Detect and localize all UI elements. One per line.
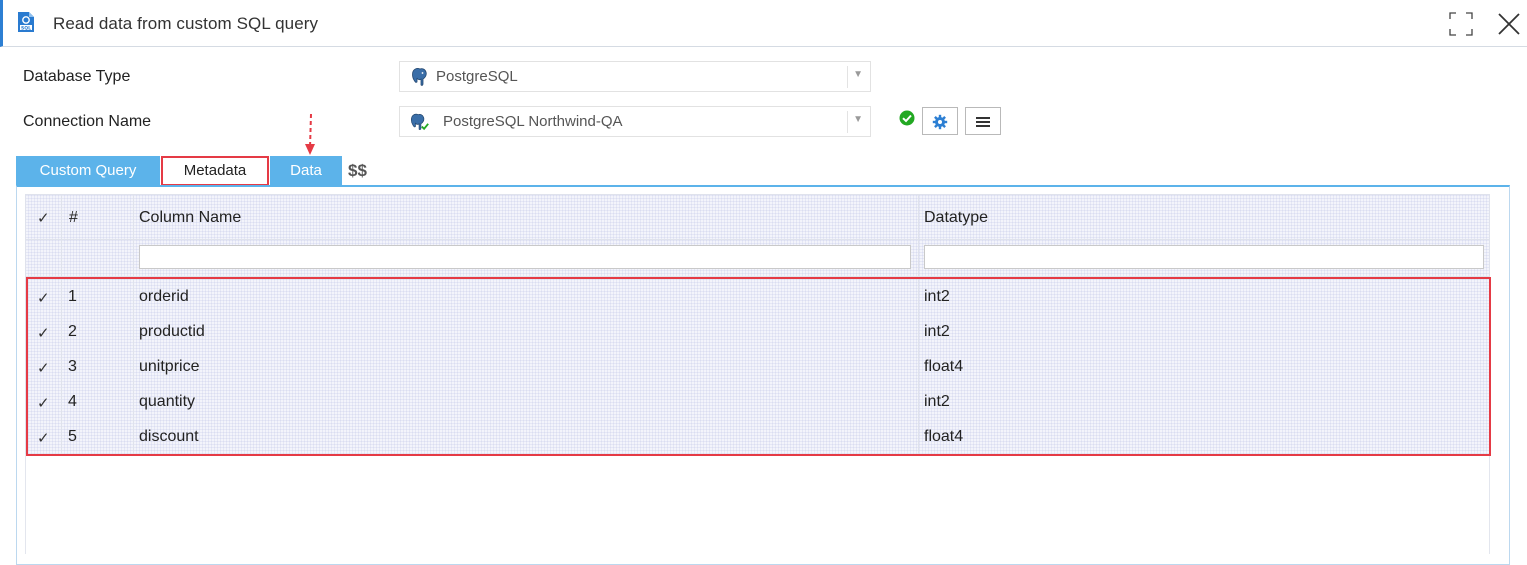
table-row[interactable]	[27, 420, 1489, 454]
row-checkbox[interactable]: ✓	[37, 359, 50, 377]
parameter-dollar-label[interactable]: $$	[348, 161, 367, 181]
tab-custom-query[interactable]: Custom Query	[16, 156, 160, 186]
grid-col-line	[1489, 194, 1490, 454]
select-all-checkbox[interactable]: ✓	[37, 209, 50, 227]
connection-name-label: Connection Name	[23, 113, 152, 130]
chevron-down-icon[interactable]: ▼	[853, 114, 863, 125]
column-name-filter-input[interactable]	[139, 245, 911, 269]
postgresql-connection-icon	[411, 113, 429, 131]
row-datatype: int2	[924, 323, 950, 340]
table-row[interactable]	[27, 385, 1489, 419]
dialog-header: SQL Read data from custom SQL query	[0, 0, 1527, 47]
row-checkbox[interactable]: ✓	[37, 394, 50, 412]
row-index: 2	[68, 323, 77, 340]
row-checkbox[interactable]: ✓	[37, 324, 50, 342]
select-divider	[847, 66, 848, 88]
tab-metadata[interactable]: Metadata	[161, 156, 269, 186]
database-type-value: PostgreSQL	[436, 68, 518, 85]
grid-row-line	[25, 194, 1490, 195]
row-datatype: float4	[924, 358, 964, 375]
row-column-name: productid	[139, 323, 205, 340]
row-index: 1	[68, 288, 77, 305]
row-datatype: int2	[924, 393, 950, 410]
row-column-name: quantity	[139, 393, 196, 410]
row-index: 5	[68, 428, 77, 445]
tab-data[interactable]: Data	[270, 156, 342, 186]
database-type-select[interactable]: PostgreSQL ▼	[399, 61, 871, 92]
table-row[interactable]	[27, 280, 1489, 314]
column-header-datatype[interactable]: Datatype	[924, 209, 988, 227]
row-checkbox[interactable]: ✓	[37, 289, 50, 307]
row-datatype: float4	[924, 428, 964, 445]
row-column-name: discount	[139, 428, 199, 445]
connection-name-value: PostgreSQL Northwind-QA	[443, 113, 623, 130]
maximize-icon[interactable]	[1448, 11, 1474, 37]
custom-sql-dialog: SQL Read data from custom SQL query Data…	[0, 0, 1527, 565]
row-checkbox[interactable]: ✓	[37, 429, 50, 447]
datatype-filter-input[interactable]	[924, 245, 1484, 269]
row-column-name: orderid	[139, 288, 189, 305]
annotation-arrow-icon	[305, 113, 315, 155]
dialog-title: Read data from custom SQL query	[53, 14, 319, 33]
grid-empty-area	[25, 454, 1490, 554]
sql-file-icon: SQL	[18, 12, 34, 32]
gear-icon	[932, 114, 948, 130]
row-column-name: unitprice	[139, 358, 200, 375]
connection-menu-button[interactable]	[965, 107, 1001, 135]
connection-settings-button[interactable]	[922, 107, 958, 135]
grid-col-line	[25, 194, 26, 454]
chevron-down-icon[interactable]: ▼	[853, 69, 863, 80]
table-row[interactable]	[27, 350, 1489, 384]
close-icon[interactable]	[1495, 10, 1523, 38]
grid-row-line	[25, 239, 1490, 240]
svg-text:SQL: SQL	[21, 25, 31, 31]
row-index: 3	[68, 358, 77, 375]
database-type-label: Database Type	[23, 68, 131, 85]
column-header-index[interactable]: #	[69, 209, 78, 227]
select-divider	[847, 111, 848, 133]
connection-ok-icon	[899, 110, 915, 126]
postgresql-elephant-icon	[412, 67, 427, 86]
row-index: 4	[68, 393, 77, 410]
connection-name-select[interactable]: PostgreSQL Northwind-QA ▼	[399, 106, 871, 137]
column-header-name[interactable]: Column Name	[139, 209, 241, 227]
hamburger-menu-icon	[976, 117, 990, 127]
row-datatype: int2	[924, 288, 950, 305]
grid-row-line	[25, 276, 1490, 277]
table-row[interactable]	[27, 315, 1489, 349]
